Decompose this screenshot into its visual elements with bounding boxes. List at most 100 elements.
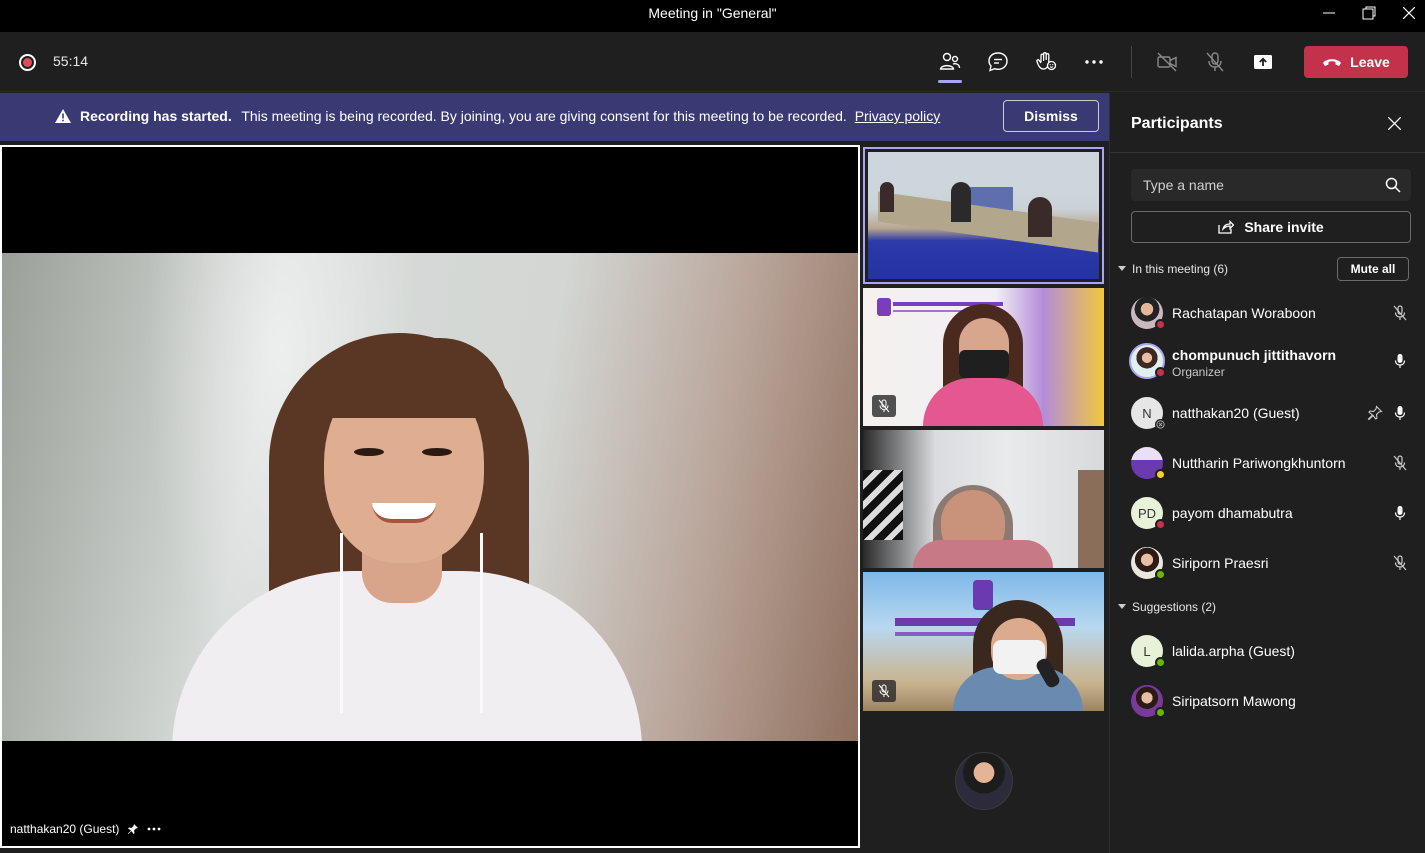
leave-button[interactable]: Leave bbox=[1304, 46, 1408, 78]
mic-icon bbox=[1394, 354, 1406, 368]
mic-off-icon bbox=[1393, 555, 1407, 571]
participant-role: Organizer bbox=[1172, 365, 1225, 379]
mute-all-button[interactable]: Mute all bbox=[1337, 257, 1409, 281]
mic-on-indicator bbox=[1390, 351, 1410, 371]
close-icon bbox=[1387, 116, 1401, 130]
mic-muted-indicator bbox=[1390, 303, 1410, 323]
panel-divider bbox=[1110, 152, 1425, 153]
mic-off-icon bbox=[1206, 52, 1224, 72]
participant-name: lalida.arpha (Guest) bbox=[1172, 643, 1295, 659]
restore-icon bbox=[1362, 6, 1376, 20]
status-badge bbox=[1155, 569, 1166, 580]
search-icon[interactable] bbox=[1385, 177, 1401, 193]
participant-name: natthakan20 (Guest) bbox=[1172, 405, 1300, 421]
main-video-stage[interactable]: natthakan20 (Guest) bbox=[0, 145, 860, 848]
more-icon[interactable] bbox=[147, 827, 161, 831]
participants-panel: Participants Share invite In this meetin… bbox=[1109, 93, 1425, 853]
toolbar-divider bbox=[1131, 46, 1132, 78]
avatar-initials: N bbox=[1142, 405, 1152, 421]
people-icon bbox=[939, 52, 961, 70]
chat-button[interactable] bbox=[982, 46, 1014, 78]
suggestions-header[interactable]: Suggestions (2) bbox=[1118, 600, 1216, 614]
participants-button[interactable] bbox=[934, 46, 966, 83]
meeting-toolbar: 55:14 Leave bbox=[0, 32, 1425, 92]
restore-button[interactable] bbox=[1349, 0, 1389, 26]
mic-icon bbox=[1394, 406, 1406, 420]
participant-row[interactable]: chompunuch jittithavorn Organizer bbox=[1110, 341, 1425, 385]
status-badge bbox=[1155, 469, 1166, 480]
mic-muted-indicator bbox=[1390, 553, 1410, 573]
status-badge bbox=[1155, 419, 1166, 430]
video-tile-presenter[interactable] bbox=[863, 288, 1104, 426]
banner-title: Recording has started. bbox=[80, 108, 232, 124]
mic-on-indicator bbox=[1390, 503, 1410, 523]
share-invite-label: Share invite bbox=[1244, 219, 1324, 235]
more-actions-button[interactable] bbox=[1078, 46, 1110, 78]
participant-row[interactable]: Nuttharin Pariwongkhuntorn bbox=[1110, 443, 1425, 487]
status-badge bbox=[1155, 519, 1166, 530]
video-tile-room[interactable] bbox=[863, 147, 1104, 284]
avatar-tile[interactable] bbox=[955, 752, 1013, 810]
minimize-button[interactable] bbox=[1309, 0, 1349, 26]
participant-name: chompunuch jittithavorn bbox=[1172, 347, 1337, 363]
participant-name: payom dhamabutra bbox=[1172, 505, 1293, 521]
avatar-initials: L bbox=[1143, 643, 1151, 659]
tile-mute-indicator bbox=[872, 680, 896, 702]
suggestion-row[interactable]: Siripatsorn Mawong bbox=[1110, 681, 1425, 725]
banner-message: This meeting is being recorded. By joini… bbox=[241, 108, 847, 124]
search-input[interactable] bbox=[1131, 169, 1371, 201]
offline-icon bbox=[1156, 420, 1165, 429]
share-icon bbox=[1218, 220, 1235, 234]
mic-off-icon bbox=[878, 684, 890, 698]
recording-icon bbox=[19, 54, 36, 71]
video-tile-speaker[interactable] bbox=[863, 572, 1104, 711]
mic-off-icon bbox=[878, 399, 890, 413]
chevron-down-icon bbox=[1118, 604, 1126, 609]
pin-icon[interactable] bbox=[127, 823, 139, 835]
more-icon bbox=[1085, 60, 1103, 64]
in-meeting-header[interactable]: In this meeting (6) bbox=[1118, 262, 1228, 276]
speaker-video bbox=[2, 253, 858, 741]
window-title: Meeting in "General" bbox=[648, 5, 777, 21]
status-badge bbox=[1155, 319, 1166, 330]
chevron-down-icon bbox=[1118, 266, 1126, 271]
video-tile-participant[interactable] bbox=[863, 430, 1104, 568]
mic-muted-indicator bbox=[1390, 453, 1410, 473]
close-panel-button[interactable] bbox=[1384, 113, 1404, 133]
chat-icon bbox=[988, 52, 1008, 72]
mic-on-indicator bbox=[1390, 403, 1410, 423]
participant-name: Rachatapan Woraboon bbox=[1172, 305, 1316, 321]
privacy-policy-link[interactable]: Privacy policy bbox=[855, 108, 941, 124]
participant-row[interactable]: N natthakan20 (Guest) bbox=[1110, 393, 1425, 437]
pin-icon bbox=[1367, 405, 1383, 421]
mic-toggle-button[interactable] bbox=[1199, 46, 1231, 78]
camera-toggle-button[interactable] bbox=[1151, 46, 1183, 78]
share-invite-button[interactable]: Share invite bbox=[1131, 211, 1411, 243]
pinned-indicator[interactable] bbox=[1365, 403, 1385, 423]
close-icon bbox=[1403, 7, 1415, 19]
in-meeting-label: In this meeting (6) bbox=[1132, 262, 1229, 276]
participant-row[interactable]: PD payom dhamabutra bbox=[1110, 493, 1425, 537]
suggestions-label: Suggestions (2) bbox=[1132, 600, 1217, 614]
panel-title: Participants bbox=[1131, 115, 1223, 132]
participant-row[interactable]: Siriporn Praesri bbox=[1110, 543, 1425, 587]
close-window-button[interactable] bbox=[1389, 0, 1425, 26]
mic-off-icon bbox=[1393, 455, 1407, 471]
speaker-name-tag: natthakan20 (Guest) bbox=[10, 822, 161, 836]
suggestion-row[interactable]: L lalida.arpha (Guest) bbox=[1110, 631, 1425, 675]
reactions-button[interactable] bbox=[1030, 46, 1062, 78]
mic-off-icon bbox=[1393, 305, 1407, 321]
share-screen-button[interactable] bbox=[1247, 46, 1279, 78]
participant-name: Nuttharin Pariwongkhuntorn bbox=[1172, 455, 1346, 471]
leave-label: Leave bbox=[1350, 54, 1390, 70]
speaker-name: natthakan20 (Guest) bbox=[10, 822, 120, 836]
camera-off-icon bbox=[1157, 52, 1177, 72]
banner-text: Recording has started. This meeting is b… bbox=[80, 108, 940, 124]
dismiss-button[interactable]: Dismiss bbox=[1003, 100, 1099, 132]
status-badge bbox=[1155, 657, 1166, 668]
status-badge bbox=[1155, 367, 1166, 378]
avatar-initials: PD bbox=[1137, 505, 1157, 521]
participant-row[interactable]: Rachatapan Woraboon bbox=[1110, 293, 1425, 337]
meeting-timer: 55:14 bbox=[53, 53, 89, 69]
recording-banner: Recording has started. This meeting is b… bbox=[0, 93, 1109, 141]
